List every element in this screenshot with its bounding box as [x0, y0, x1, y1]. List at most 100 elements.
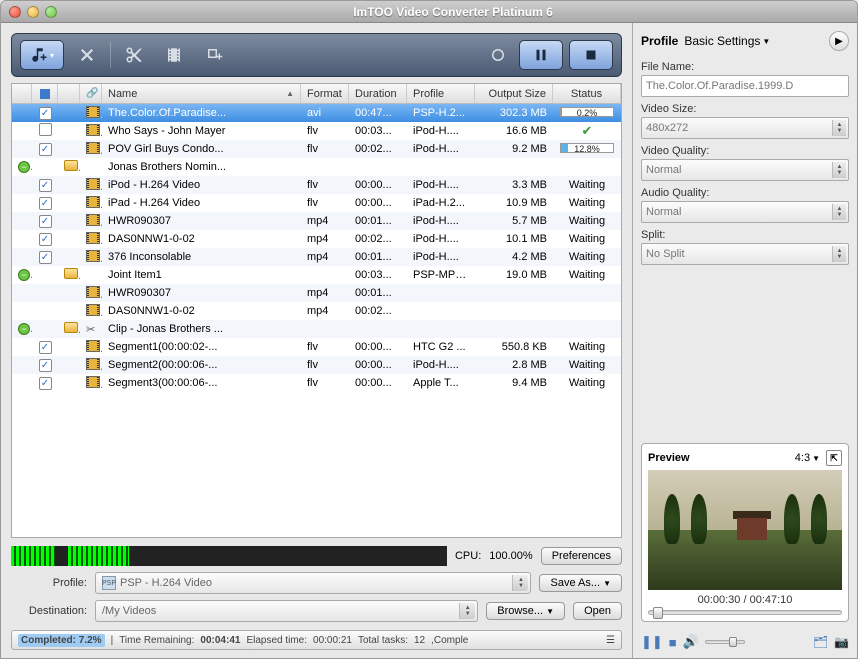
col-check[interactable]	[32, 84, 58, 103]
row-output-size: 302.3 MB	[475, 107, 553, 119]
table-row[interactable]: ✓POV Girl Buys Condo...flv00:02...iPod-H…	[12, 140, 621, 158]
zoom-window-button[interactable]	[45, 6, 57, 18]
table-row[interactable]: ✓The.Color.Of.Paradise...avi00:47...PSP-…	[12, 104, 621, 122]
updown-icon: ▲▼	[512, 575, 528, 591]
row-checkbox[interactable]: ✓	[39, 197, 52, 210]
row-duration: 00:01...	[349, 215, 407, 227]
preview-controls: ❚❚ ■ 🔊 🗂 📷	[633, 630, 857, 658]
pause-button[interactable]	[519, 40, 563, 70]
table-row[interactable]: ✓DAS0NNW1-0-02mp400:02...iPod-H....10.1 …	[12, 230, 621, 248]
collapse-toggle[interactable]: −	[18, 161, 30, 173]
table-row[interactable]: −✂Clip - Jonas Brothers ...	[12, 320, 621, 338]
snapshot-button[interactable]: 📷	[834, 635, 849, 649]
row-format: flv	[301, 359, 349, 371]
row-checkbox[interactable]: ✓	[39, 107, 52, 120]
col-format[interactable]: Format	[301, 84, 349, 103]
volume-slider[interactable]	[705, 640, 745, 644]
row-checkbox[interactable]: ✓	[39, 215, 52, 228]
right-pane: Profile Basic Settings▼ ▶ File Name: The…	[633, 23, 857, 658]
profile-select[interactable]: PSP PSP - H.264 Video ▲▼	[95, 572, 531, 594]
table-row[interactable]: DAS0NNW1-0-02mp400:02...	[12, 302, 621, 320]
audio-quality-select[interactable]: Normal▲▼	[641, 201, 849, 223]
preferences-button[interactable]: Preferences	[541, 547, 622, 565]
row-status: Waiting	[553, 251, 621, 263]
row-checkbox[interactable]: ✓	[39, 179, 52, 192]
table-row[interactable]: ✓iPod - H.264 Videoflv00:00...iPod-H....…	[12, 176, 621, 194]
add-file-button[interactable]: ▾	[20, 40, 64, 70]
video-size-select[interactable]: 480x272▲▼	[641, 117, 849, 139]
col-duration[interactable]: Duration	[349, 84, 407, 103]
merge-button[interactable]	[197, 40, 231, 70]
preview-stop-button[interactable]: ■	[669, 635, 677, 650]
destination-row: Destination: /My Videos ▲▼ Browse... ▼ O…	[11, 600, 622, 622]
table-row[interactable]: ✓HWR090307mp400:01...iPod-H....5.7 MBWai…	[12, 212, 621, 230]
table-row[interactable]: ✓Segment2(00:00:06-...flv00:00...iPod-H.…	[12, 356, 621, 374]
table-row[interactable]: Who Says - John Mayerflv00:03...iPod-H..…	[12, 122, 621, 140]
scissors-icon	[125, 46, 143, 64]
col-profile[interactable]: Profile	[407, 84, 475, 103]
row-output-size: 550.8 KB	[475, 341, 553, 353]
checkbox-header-icon	[40, 89, 50, 99]
table-row[interactable]: HWR090307mp400:01...	[12, 284, 621, 302]
row-output-size: 19.0 MB	[475, 269, 553, 281]
minimize-window-button[interactable]	[27, 6, 39, 18]
delete-button[interactable]	[70, 40, 104, 70]
table-body[interactable]: ✓The.Color.Of.Paradise...avi00:47...PSP-…	[12, 104, 621, 537]
basic-settings-tab[interactable]: Basic Settings▼	[684, 34, 770, 48]
row-profile: Apple T...	[407, 377, 475, 389]
chevron-down-icon: ▼	[546, 607, 554, 616]
volume-icon[interactable]: 🔊	[683, 634, 699, 650]
table-row[interactable]: ✓Segment1(00:00:02-...flv00:00...HTC G2 …	[12, 338, 621, 356]
file-name-input[interactable]: The.Color.Of.Paradise.1999.D	[641, 75, 849, 97]
col-icon[interactable]	[58, 84, 80, 103]
col-icon2[interactable]: 🔗	[80, 84, 102, 103]
row-output-size: 3.3 MB	[475, 179, 553, 191]
row-checkbox[interactable]: ✓	[39, 143, 52, 156]
preview-seek-slider[interactable]	[648, 610, 842, 615]
save-as-button[interactable]: Save As... ▼	[539, 574, 622, 592]
row-status: ✔	[553, 123, 621, 139]
stop-button[interactable]	[569, 40, 613, 70]
table-row[interactable]: −Joint Item100:03...PSP-MPE...19.0 MBWai…	[12, 266, 621, 284]
col-expand[interactable]	[12, 84, 32, 103]
collapse-toggle[interactable]: −	[18, 269, 30, 281]
filmstrip-plus-icon	[205, 46, 223, 64]
collapse-toggle[interactable]: −	[18, 323, 30, 335]
row-checkbox[interactable]: ✓	[39, 377, 52, 390]
row-output-size: 10.9 MB	[475, 197, 553, 209]
video-quality-select[interactable]: Normal▲▼	[641, 159, 849, 181]
popout-button[interactable]: ⇱	[826, 450, 842, 466]
browse-button[interactable]: Browse... ▼	[486, 602, 565, 620]
preview-pause-button[interactable]: ❚❚	[641, 634, 663, 650]
titlebar[interactable]: ImTOO Video Converter Platinum 6	[1, 1, 857, 23]
status-menu-button[interactable]: ☰	[606, 635, 615, 646]
progress-bar: 0.2%	[560, 107, 614, 117]
aspect-ratio-select[interactable]: 4:3 ▼	[795, 452, 820, 464]
table-row[interactable]: ✓Segment3(00:00:06-...flv00:00...Apple T…	[12, 374, 621, 392]
table-row[interactable]: ✓iPad - H.264 Videoflv00:00...iPad-H.2..…	[12, 194, 621, 212]
row-profile: iPad-H.2...	[407, 197, 475, 209]
table-row[interactable]: ✓376 Inconsolablemp400:01...iPod-H....4.…	[12, 248, 621, 266]
row-output-size: 10.1 MB	[475, 233, 553, 245]
cut-button[interactable]	[117, 40, 151, 70]
destination-input[interactable]: /My Videos ▲▼	[95, 600, 478, 622]
snapshot-folder-button[interactable]: 🗂	[813, 635, 828, 649]
close-window-button[interactable]	[9, 6, 21, 18]
effects-button[interactable]	[157, 40, 191, 70]
record-button[interactable]	[483, 40, 513, 70]
open-button[interactable]: Open	[573, 602, 622, 620]
row-format: flv	[301, 143, 349, 155]
col-output-size[interactable]: Output Size	[475, 84, 553, 103]
row-checkbox[interactable]: ✓	[39, 233, 52, 246]
row-status: 12.8%	[553, 143, 621, 156]
col-name[interactable]: Name▲	[102, 84, 301, 103]
table-row[interactable]: −Jonas Brothers Nomin...	[12, 158, 621, 176]
row-checkbox[interactable]: ✓	[39, 251, 52, 264]
preview-video[interactable]	[648, 470, 842, 590]
split-select[interactable]: No Split▲▼	[641, 243, 849, 265]
play-all-button[interactable]: ▶	[829, 31, 849, 51]
col-status[interactable]: Status	[553, 84, 621, 103]
row-checkbox[interactable]	[39, 123, 52, 136]
row-checkbox[interactable]: ✓	[39, 359, 52, 372]
row-checkbox[interactable]: ✓	[39, 341, 52, 354]
